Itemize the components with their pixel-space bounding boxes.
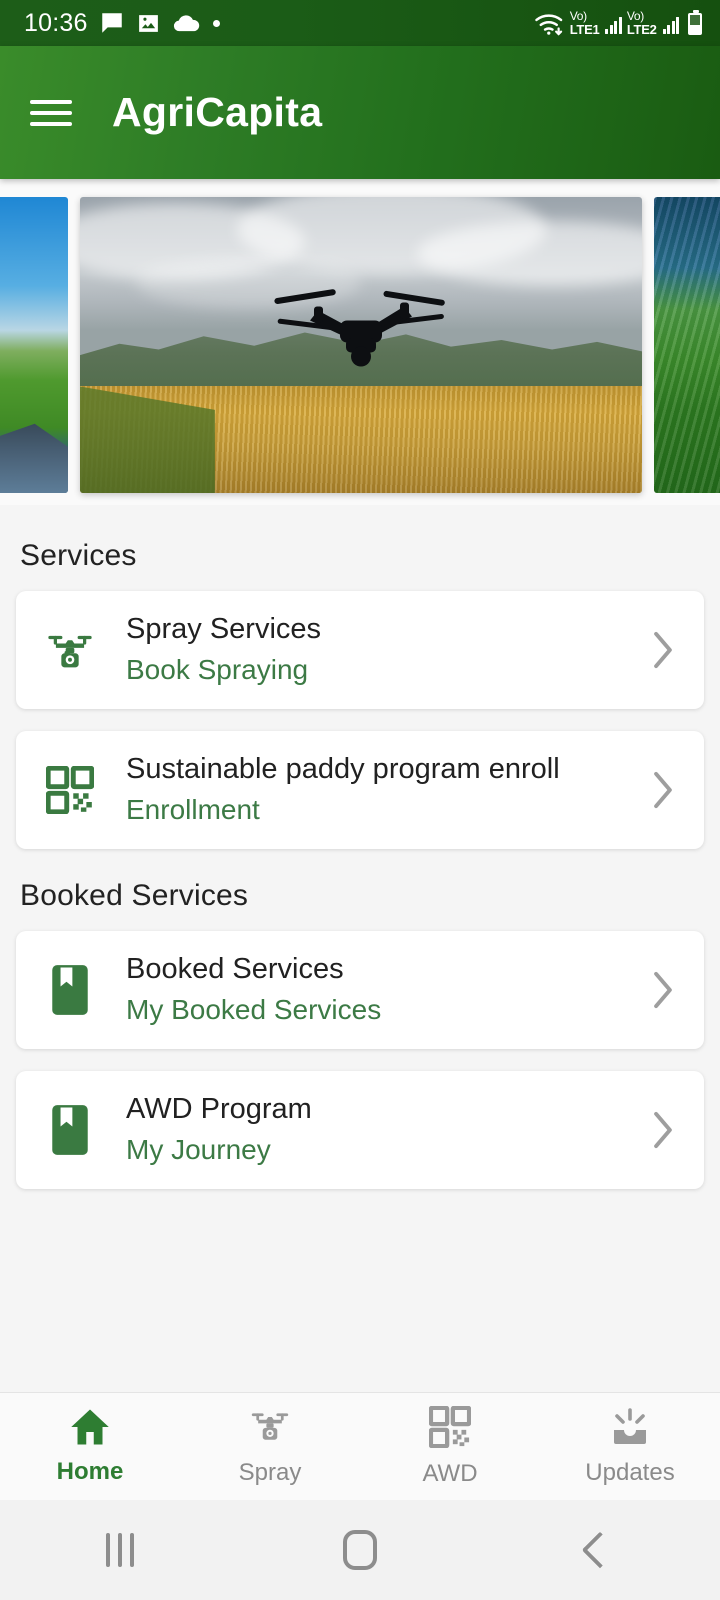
- banner-carousel[interactable]: [0, 179, 720, 505]
- card-title: Booked Services: [126, 953, 344, 986]
- sim1-volte-label: Vo): [569, 9, 587, 23]
- sim1-indicator: Vo) LTE1: [570, 10, 600, 36]
- card-title: Spray Services: [126, 613, 322, 646]
- service-card-paddy-enroll[interactable]: Sustainable paddy program enroll Enrollm…: [16, 731, 704, 849]
- app-bar: AgriCapita: [0, 46, 720, 179]
- booked-card-text: Booked Services My Booked Services: [98, 951, 648, 1029]
- booked-card-awd-program[interactable]: AWD Program My Journey: [16, 1071, 704, 1189]
- home-square-icon[interactable]: [240, 1530, 480, 1570]
- card-subtitle: Enrollment: [126, 794, 260, 826]
- chevron-right-icon[interactable]: [648, 1107, 684, 1153]
- nav-label-updates: Updates: [585, 1458, 675, 1486]
- hamburger-menu-icon[interactable]: [30, 97, 72, 129]
- drone-icon: [42, 624, 98, 676]
- nav-label-home: Home: [56, 1457, 124, 1485]
- section-title-services: Services: [20, 539, 137, 572]
- booked-card-booked-services[interactable]: Booked Services My Booked Services: [16, 931, 704, 1049]
- home-icon: [70, 1408, 110, 1451]
- drone-photo-subject: [266, 273, 456, 382]
- nav-item-updates[interactable]: Updates: [540, 1407, 720, 1487]
- chevron-right-icon[interactable]: [648, 967, 684, 1013]
- sim2-signal-icon: [662, 16, 679, 34]
- service-card-text: Sustainable paddy program enroll Enrollm…: [98, 751, 648, 829]
- nav-label-spray: Spray: [238, 1458, 302, 1486]
- chevron-right-icon[interactable]: [648, 767, 684, 813]
- back-chevron-icon[interactable]: [480, 1531, 720, 1569]
- booked-card-text: AWD Program My Journey: [98, 1091, 648, 1169]
- bookmark-icon: [42, 1104, 98, 1156]
- service-card-spray[interactable]: Spray Services Book Spraying: [16, 591, 704, 709]
- carousel-slide-prev[interactable]: [0, 197, 68, 493]
- nav-item-home[interactable]: Home: [0, 1408, 180, 1486]
- page-title: AgriCapita: [112, 89, 323, 135]
- carousel-slide-next[interactable]: [654, 197, 720, 493]
- campaign-icon: [608, 1407, 652, 1452]
- qr-code-icon: [428, 1405, 472, 1453]
- bookmark-icon: [42, 964, 98, 1016]
- system-navigation-bar: [0, 1500, 720, 1600]
- sim1-signal-icon: [605, 16, 622, 34]
- card-title: AWD Program: [126, 1093, 312, 1126]
- bottom-navigation: Home Spray AWD Updates: [0, 1392, 720, 1500]
- main-content: Services Spray Services Book Spraying Su…: [0, 505, 720, 1392]
- app-root: 10:36 Vo) LTE1 Vo) LTE2 AgriCapita Servi…: [0, 0, 720, 1600]
- drone-icon: [248, 1407, 292, 1452]
- battery-icon: [688, 10, 702, 35]
- wifi-icon: [534, 10, 566, 36]
- dot-icon: [212, 19, 220, 27]
- sim2-network-label: LTE2: [626, 22, 657, 37]
- nav-item-awd[interactable]: AWD: [360, 1405, 540, 1488]
- qr-code-icon: [42, 766, 98, 814]
- status-time: 10:36: [24, 8, 88, 37]
- nav-item-spray[interactable]: Spray: [180, 1407, 360, 1487]
- cloud-icon: [172, 12, 200, 34]
- status-bar-left: 10:36: [24, 9, 220, 38]
- sim2-indicator: Vo) LTE2: [627, 10, 657, 36]
- recents-icon[interactable]: [0, 1533, 240, 1567]
- nav-label-awd: AWD: [422, 1459, 478, 1487]
- section-title-booked-services: Booked Services: [20, 879, 249, 912]
- card-subtitle: My Booked Services: [126, 994, 382, 1026]
- status-bar: 10:36 Vo) LTE1 Vo) LTE2: [0, 0, 720, 46]
- sim1-network-label: LTE1: [569, 22, 600, 37]
- card-title: Sustainable paddy program enroll: [126, 753, 560, 786]
- sim2-volte-label: Vo): [626, 9, 644, 23]
- service-card-text: Spray Services Book Spraying: [98, 611, 648, 689]
- chevron-right-icon[interactable]: [648, 627, 684, 673]
- card-subtitle: Book Spraying: [126, 654, 309, 686]
- status-bar-right: Vo) LTE1 Vo) LTE2: [534, 10, 702, 36]
- message-icon: [99, 10, 125, 36]
- image-icon: [136, 11, 161, 36]
- carousel-slide-active[interactable]: [80, 197, 642, 493]
- card-subtitle: My Journey: [126, 1134, 271, 1166]
